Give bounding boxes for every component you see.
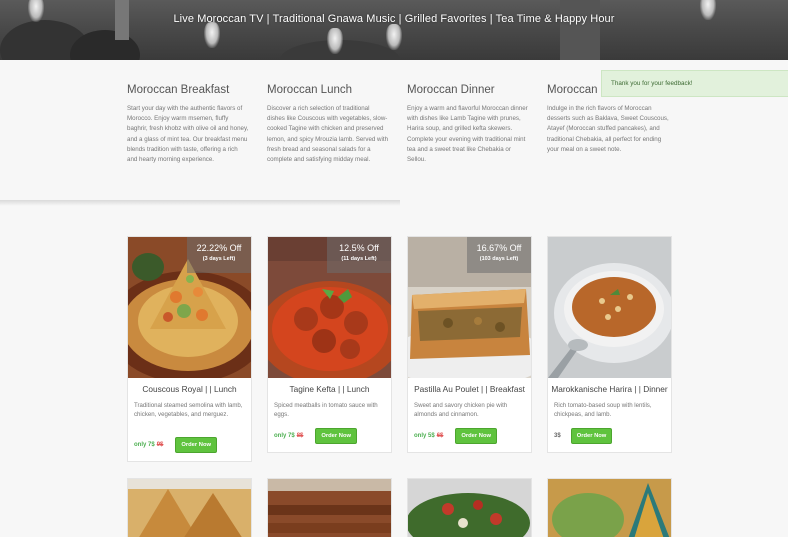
price-current: only 7$	[274, 433, 295, 439]
price-current: only 7$	[134, 442, 155, 448]
meal-breakfast: Moroccan Breakfast Start your day with t…	[127, 84, 249, 165]
hero-banner-text: Live Moroccan TV | Traditional Gnawa Mus…	[173, 13, 615, 25]
hero-banner: Live Moroccan TV | Traditional Gnawa Mus…	[0, 0, 788, 60]
price-old: 9$	[156, 442, 164, 448]
product-image[interactable]	[408, 479, 531, 537]
meal-lunch: Moroccan Lunch Discover a rich selection…	[267, 84, 389, 165]
order-now-button[interactable]: Order Now	[175, 437, 218, 453]
price-row: only 7$ 8$ Order Now	[268, 426, 391, 446]
meal-dinner: Moroccan Dinner Enjoy a warm and flavorf…	[407, 84, 529, 165]
meal-text: Enjoy a warm and flavorful Moroccan dinn…	[407, 105, 528, 164]
price-current: only 5$	[414, 433, 435, 439]
product-card[interactable]: 12.5% Off (11 days Left) Tagine Kefta | …	[267, 236, 392, 453]
discount-days-left: (11 days Left)	[341, 256, 377, 262]
section-divider	[0, 200, 400, 206]
order-now-button[interactable]: Order Now	[455, 428, 498, 444]
meal-text: Discover a rich selection of traditional…	[267, 105, 389, 164]
discount-badge: 22.22% Off (3 days Left)	[187, 237, 251, 273]
product-name[interactable]: Tagine Kefta | | Lunch	[268, 384, 391, 394]
product-image[interactable]	[128, 479, 251, 537]
discount-percent: 22.22% Off	[196, 243, 242, 253]
product-description: Traditional steamed semolina with lamb, …	[134, 402, 243, 418]
meal-title: Moroccan Lunch	[267, 84, 353, 96]
discount-percent: 12.5% Off	[339, 243, 379, 253]
price-old: 8$	[296, 433, 304, 439]
price-row: only 7$ 9$ Order Now	[128, 435, 251, 455]
meal-text: Start your day with the authentic flavor…	[127, 105, 249, 164]
product-name[interactable]: Couscous Royal | | Lunch	[128, 384, 251, 394]
meal-title: Moroccan Dinner	[407, 84, 495, 96]
product-image[interactable]: 12.5% Off (11 days Left)	[268, 237, 391, 378]
product-image[interactable]	[268, 479, 391, 537]
meal-text: Indulge in the rich flavors of Moroccan …	[547, 105, 669, 153]
product-name[interactable]: Pastilla Au Poulet | | Breakfast	[408, 384, 531, 394]
product-card[interactable]: 22.22% Off (3 days Left) Couscous Royal …	[127, 236, 252, 462]
order-now-button[interactable]: Order Now	[315, 428, 358, 444]
product-card[interactable]: 16.67% Off (103 days Left) Pastilla Au P…	[407, 236, 532, 453]
product-image[interactable]	[548, 237, 671, 378]
price-old: 6$	[436, 433, 444, 439]
price-current: 3$	[554, 433, 561, 439]
product-card[interactable]	[547, 478, 672, 537]
product-card[interactable]	[267, 478, 392, 537]
product-description: Spiced meatballs in tomato sauce with eg…	[274, 402, 378, 418]
feedback-toast[interactable]: Thank you for your feedback!	[601, 70, 788, 97]
discount-days-left: (103 days Left)	[479, 256, 519, 262]
page: Live Moroccan TV | Traditional Gnawa Mus…	[0, 0, 788, 537]
price-row: only 5$ 6$ Order Now	[408, 426, 531, 446]
product-image[interactable]	[548, 479, 671, 537]
product-card[interactable]	[407, 478, 532, 537]
discount-percent: 16.67% Off	[476, 243, 522, 253]
price-row: 3$ Order Now	[548, 426, 671, 446]
order-now-button[interactable]: Order Now	[570, 428, 613, 444]
product-name[interactable]: Marokkanische Harira | | Dinner	[548, 384, 671, 394]
product-description: Sweet and savory chicken pie with almond…	[414, 402, 508, 418]
product-image[interactable]: 16.67% Off (103 days Left)	[408, 237, 531, 378]
discount-badge: 16.67% Off (103 days Left)	[467, 237, 531, 273]
product-image[interactable]: 22.22% Off (3 days Left)	[128, 237, 251, 378]
product-card[interactable]: Marokkanische Harira | | Dinner Rich tom…	[547, 236, 672, 453]
discount-days-left: (3 days Left)	[202, 256, 236, 262]
meal-title: Moroccan Breakfast	[127, 84, 230, 96]
product-card[interactable]	[127, 478, 252, 537]
product-description: Rich tomato-based soup with lentils, chi…	[554, 402, 652, 418]
discount-badge: 12.5% Off (11 days Left)	[327, 237, 391, 273]
